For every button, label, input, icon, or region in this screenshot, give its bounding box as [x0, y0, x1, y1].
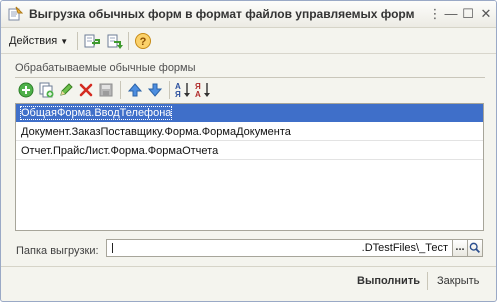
- run-button[interactable]: Выполнить: [357, 273, 420, 289]
- svg-text:?: ?: [140, 36, 147, 48]
- toolbar-separator: [169, 81, 170, 99]
- toolbar-separator: [77, 32, 78, 50]
- export-folder-label: Папка выгрузки:: [16, 245, 99, 257]
- app-form-icon: [8, 6, 23, 21]
- table-row[interactable]: ОбщаяФорма.ВводТелефона: [16, 104, 483, 122]
- group-divider: [15, 77, 485, 78]
- export-folder-input[interactable]: .DTestFiles\_Тест: [106, 239, 453, 257]
- sort-descending-icon[interactable]: Я А: [194, 81, 212, 99]
- toolbar-separator: [128, 32, 129, 50]
- row-text: Документ.ЗаказПоставщику.Форма.ФормаДоку…: [21, 126, 291, 138]
- open-folder-button[interactable]: [467, 239, 483, 257]
- svg-text:Я: Я: [175, 90, 181, 99]
- sort-ascending-icon[interactable]: А Я: [174, 81, 192, 99]
- maximize-icon[interactable]: ☐: [459, 5, 477, 23]
- save-icon[interactable]: [97, 81, 115, 99]
- command-bar: Действия ▼ ?: [1, 28, 496, 54]
- actions-label: Действия: [9, 35, 58, 47]
- row-text: ОбщаяФорма.ВводТелефона: [19, 106, 173, 120]
- footer-divider: [1, 266, 496, 267]
- toolbar-separator: [120, 81, 121, 99]
- svg-text:А: А: [195, 90, 201, 99]
- move-down-icon[interactable]: [146, 81, 164, 99]
- forms-table[interactable]: ОбщаяФорма.ВводТелефона Документ.ЗаказПо…: [15, 103, 484, 231]
- text-cursor: [112, 243, 113, 253]
- footer-separator: [427, 272, 428, 290]
- delete-icon[interactable]: [77, 81, 95, 99]
- close-button[interactable]: Закрыть: [437, 273, 479, 289]
- table-row[interactable]: Документ.ЗаказПоставщику.Форма.ФормаДоку…: [16, 123, 483, 141]
- close-icon[interactable]: ✕: [477, 5, 495, 23]
- table-row[interactable]: Отчет.ПрайсЛист.Форма.ФормаОтчета: [16, 142, 483, 160]
- search-icon: [469, 242, 480, 253]
- export-folder-value: .DTestFiles\_Тест: [361, 242, 448, 254]
- move-up-icon[interactable]: [126, 81, 144, 99]
- group-title: Обрабатываемые обычные формы: [15, 62, 196, 74]
- title-bar[interactable]: Выгрузка обычных форм в формат файлов уп…: [1, 1, 496, 28]
- load-settings-icon[interactable]: [83, 32, 101, 50]
- help-icon[interactable]: ?: [134, 32, 152, 50]
- edit-icon[interactable]: [57, 81, 75, 99]
- add-icon[interactable]: [17, 81, 35, 99]
- export-forms-window: Выгрузка обычных форм в формат файлов уп…: [0, 0, 497, 302]
- row-text: Отчет.ПрайсЛист.Форма.ФормаОтчета: [21, 145, 219, 157]
- minimize-icon[interactable]: —: [442, 5, 460, 23]
- choose-folder-button[interactable]: ...: [452, 239, 468, 257]
- save-settings-icon[interactable]: [106, 32, 124, 50]
- chevron-down-icon: ▼: [60, 37, 69, 46]
- actions-menu-button[interactable]: Действия ▼: [9, 33, 68, 49]
- window-title: Выгрузка обычных форм в формат файлов уп…: [29, 7, 415, 21]
- copy-icon[interactable]: [37, 81, 55, 99]
